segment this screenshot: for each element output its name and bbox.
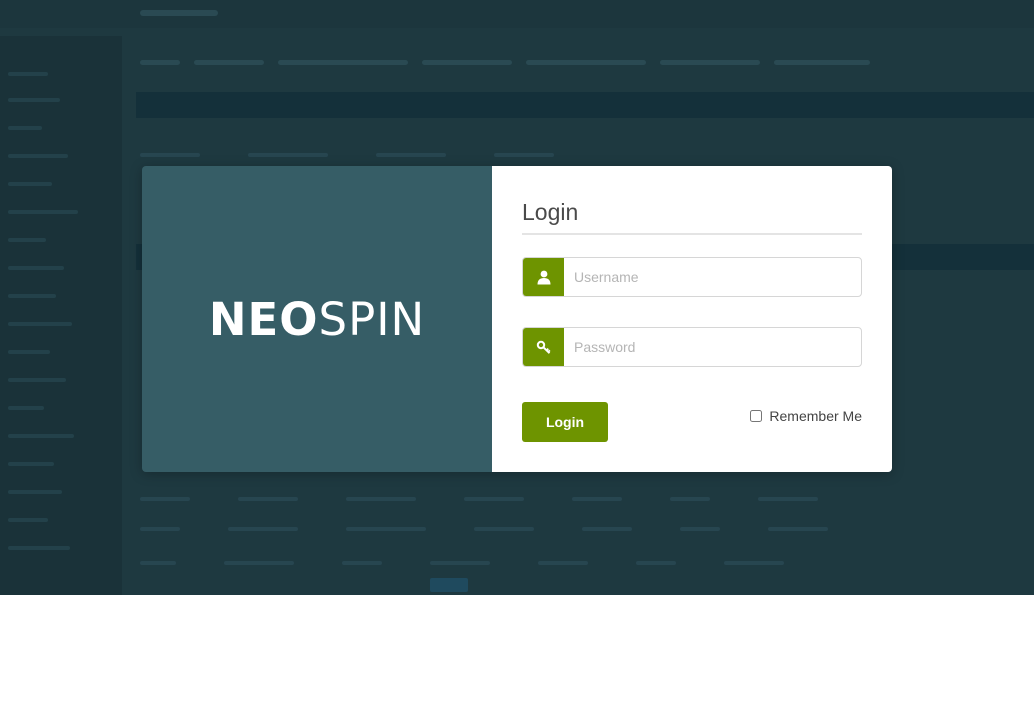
username-input[interactable]: [564, 258, 861, 296]
brand-logo-bold: NEO: [208, 292, 319, 346]
backdrop-band: [136, 92, 1034, 118]
key-icon: [523, 328, 564, 366]
backdrop-sidebar: [0, 36, 122, 595]
brand-logo: NEOSPIN: [209, 297, 425, 342]
page: NEOSPIN Login Username Login Remember Me: [0, 0, 1034, 708]
login-title: Login: [522, 198, 862, 235]
backdrop-title-blur: [140, 10, 218, 16]
login-button[interactable]: Login: [522, 402, 608, 442]
backdrop-breadcrumb-blur: [140, 52, 884, 70]
login-modal: NEOSPIN Login Username Login Remember Me: [142, 166, 892, 472]
password-field: [522, 327, 862, 367]
user-icon: [523, 258, 564, 296]
brand-panel: NEOSPIN: [142, 166, 492, 472]
remember-me-label: Remember Me: [769, 408, 862, 424]
remember-me-checkbox[interactable]: [750, 410, 763, 422]
login-form: Login Username Login Remember Me: [492, 166, 892, 472]
brand-logo-light: SPIN: [318, 292, 426, 346]
password-input[interactable]: [564, 328, 861, 366]
remember-me[interactable]: Remember Me: [750, 408, 862, 424]
username-field: [522, 257, 862, 297]
